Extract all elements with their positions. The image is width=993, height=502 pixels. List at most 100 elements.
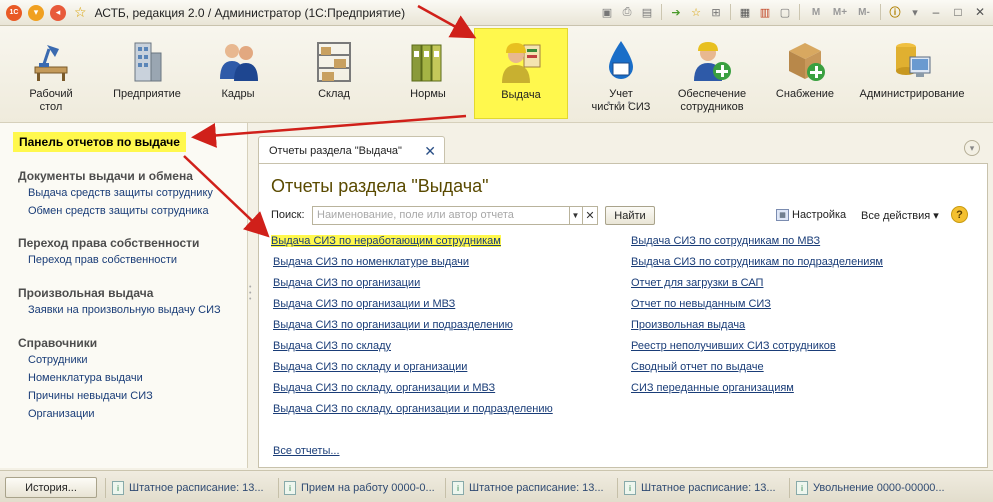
document-icon: i [624, 481, 636, 495]
section-personnel[interactable]: Кадры [206, 28, 270, 119]
nav-link-organizations[interactable]: Организации [28, 408, 95, 420]
section-administration[interactable]: Администрирование [856, 28, 968, 119]
calculator-icon[interactable]: ▦ [737, 3, 753, 21]
database-computer-icon [889, 38, 935, 84]
divider [661, 4, 662, 20]
favorites-star-icon[interactable]: ☆ [74, 4, 87, 21]
report-link[interactable]: Выдача СИЗ по сотрудникам по подразделен… [631, 256, 883, 268]
memory-plus-button[interactable]: M+ [830, 3, 850, 21]
maximize-button[interactable]: □ [949, 4, 967, 20]
sections-overflow-dots[interactable]: • • • [607, 98, 633, 109]
window-title-bar: 1C ▾ ◂ ☆ АСТБ, редакция 2.0 / Администра… [0, 0, 993, 26]
main-menu-icon[interactable]: ▾ [28, 4, 44, 21]
history-button[interactable]: История... [5, 477, 97, 498]
section-label: Выдача [501, 89, 541, 101]
nav-link-ownership-transfer[interactable]: Переход прав собственности [28, 254, 177, 266]
open-window-item[interactable]: i Штатное расписание: 13... [112, 479, 272, 497]
app-logo-icon[interactable]: 1C [6, 4, 22, 21]
report-link[interactable]: Выдача СИЗ по неработающим сотрудникам [271, 235, 501, 247]
document-icon: i [796, 481, 808, 495]
nav-link-employees[interactable]: Сотрудники [28, 354, 88, 366]
report-link[interactable]: Реестр неполучивших СИЗ сотрудников [631, 340, 836, 352]
divider [445, 478, 446, 498]
nav-link-arbitrary-requests[interactable]: Заявки на произвольную выдачу СИЗ [28, 304, 221, 316]
open-window-item[interactable]: i Штатное расписание: 13... [624, 479, 784, 497]
favorite-icon[interactable]: ☆ [688, 3, 704, 21]
left-nav-panel: Панель отчетов по выдаче Документы выдач… [0, 123, 248, 468]
report-link[interactable]: Произвольная выдача [631, 319, 745, 331]
report-link[interactable]: Выдача СИЗ по складу [273, 340, 391, 352]
report-link[interactable]: Выдача СИЗ по организации и подразделени… [273, 319, 513, 331]
nav-link-nomenclature[interactable]: Номенклатура выдачи [28, 372, 143, 384]
section-label: Рабочий стол [29, 88, 73, 113]
back-icon[interactable]: ◂ [50, 4, 66, 21]
open-window-item[interactable]: i Прием на работу 0000-0... [284, 479, 439, 497]
worker-card-icon [498, 39, 544, 85]
reports-form: Отчеты раздела "Выдача" Поиск: Наименова… [258, 163, 988, 468]
report-link[interactable]: Выдача СИЗ по номенклатуре выдачи [273, 256, 469, 268]
building-icon [124, 38, 170, 84]
nav-group-title: Документы выдачи и обмена [18, 169, 193, 183]
minimize-button[interactable]: – [927, 4, 945, 20]
memory-minus-button[interactable]: M- [854, 3, 874, 21]
water-drop-icon [598, 38, 644, 84]
search-input[interactable]: Наименование, поле или автор отчета [312, 206, 570, 225]
report-link[interactable]: Отчет по невыданным СИЗ [631, 298, 771, 310]
close-button[interactable]: ✕ [971, 4, 989, 20]
info-icon[interactable]: ⓘ [887, 3, 903, 21]
report-link[interactable]: Выдача СИЗ по организации [273, 277, 420, 289]
section-desktop[interactable]: Рабочий стол [14, 28, 88, 119]
go-forward-icon[interactable]: ➔ [668, 3, 684, 21]
nav-link-exchange-ppe[interactable]: Обмен средств защиты сотрудника [28, 205, 209, 217]
search-label: Поиск: [271, 209, 305, 221]
document-icon: i [284, 481, 296, 495]
tab-issuance-reports[interactable]: Отчеты раздела "Выдача" ✕ [258, 136, 445, 164]
section-label: Снабжение [775, 88, 835, 100]
panel-splitter-handle[interactable]: • • • [249, 284, 255, 303]
divider [617, 478, 618, 498]
memory-m-button[interactable]: M [806, 3, 826, 21]
save-icon[interactable]: ▣ [599, 3, 615, 21]
chevron-down-icon[interactable]: ▼ [569, 206, 583, 225]
report-link[interactable]: Сводный отчет по выдаче [631, 361, 764, 373]
worker-plus-icon [689, 38, 735, 84]
all-actions-menu[interactable]: Все действия ▾ [861, 209, 939, 222]
open-window-item[interactable]: i Штатное расписание: 13... [452, 479, 612, 497]
section-label: Предприятие [113, 88, 181, 100]
section-enterprise[interactable]: Предприятие [106, 28, 188, 119]
report-link[interactable]: Выдача СИЗ по складу и организации [273, 361, 467, 373]
section-norms[interactable]: Нормы [396, 28, 460, 119]
clipboard-icon[interactable]: ▢ [777, 3, 793, 21]
workspace: Отчеты раздела "Выдача" ✕ ▾ Отчеты разде… [258, 132, 988, 468]
desk-lamp-icon [28, 38, 74, 84]
preview-icon[interactable]: ▤ [639, 3, 655, 21]
section-issuance[interactable]: Выдача [474, 28, 568, 119]
link-icon[interactable]: ⊞ [708, 3, 724, 21]
report-link[interactable]: Выдача СИЗ по организации и МВЗ [273, 298, 455, 310]
section-supply[interactable]: Снабжение [770, 28, 840, 119]
chevron-down-icon[interactable]: ▾ [907, 3, 923, 21]
nav-link-non-issue-reasons[interactable]: Причины невыдачи СИЗ [28, 390, 153, 402]
divider [880, 4, 881, 20]
report-link[interactable]: Выдача СИЗ по складу, организации и МВЗ [273, 382, 495, 394]
title-toolbar: ▣ ⎙ ▤ ➔ ☆ ⊞ ▦ ▥ ▢ M M+ M- ⓘ ▾ – □ ✕ [599, 3, 989, 21]
report-link[interactable]: Выдача СИЗ по складу, организации и подр… [273, 403, 553, 415]
report-link[interactable]: СИЗ переданные организациям [631, 382, 794, 394]
tabs-menu-chevron-icon[interactable]: ▾ [964, 140, 980, 156]
calendar-icon[interactable]: ▥ [757, 3, 773, 21]
nav-link-issue-ppe[interactable]: Выдача средств защиты сотруднику [28, 187, 213, 199]
settings-button[interactable]: ▦ Настройка [776, 209, 846, 221]
all-reports-link[interactable]: Все отчеты... [273, 445, 340, 457]
print-icon[interactable]: ⎙ [619, 3, 635, 21]
help-icon[interactable]: ? [951, 206, 968, 223]
document-icon: i [112, 481, 124, 495]
find-button[interactable]: Найти [605, 206, 655, 225]
section-staff-supply[interactable]: Обеспечение сотрудников [672, 28, 752, 119]
close-icon[interactable]: ✕ [424, 143, 436, 160]
report-link[interactable]: Отчет для загрузки в САП [631, 277, 763, 289]
clear-icon[interactable]: ✕ [583, 206, 598, 225]
open-window-item[interactable]: i Увольнение 0000-00000... [796, 479, 986, 497]
report-link[interactable]: Выдача СИЗ по сотрудникам по МВЗ [631, 235, 820, 247]
section-warehouse[interactable]: Склад [302, 28, 366, 119]
nav-group-title: Справочники [18, 336, 98, 350]
